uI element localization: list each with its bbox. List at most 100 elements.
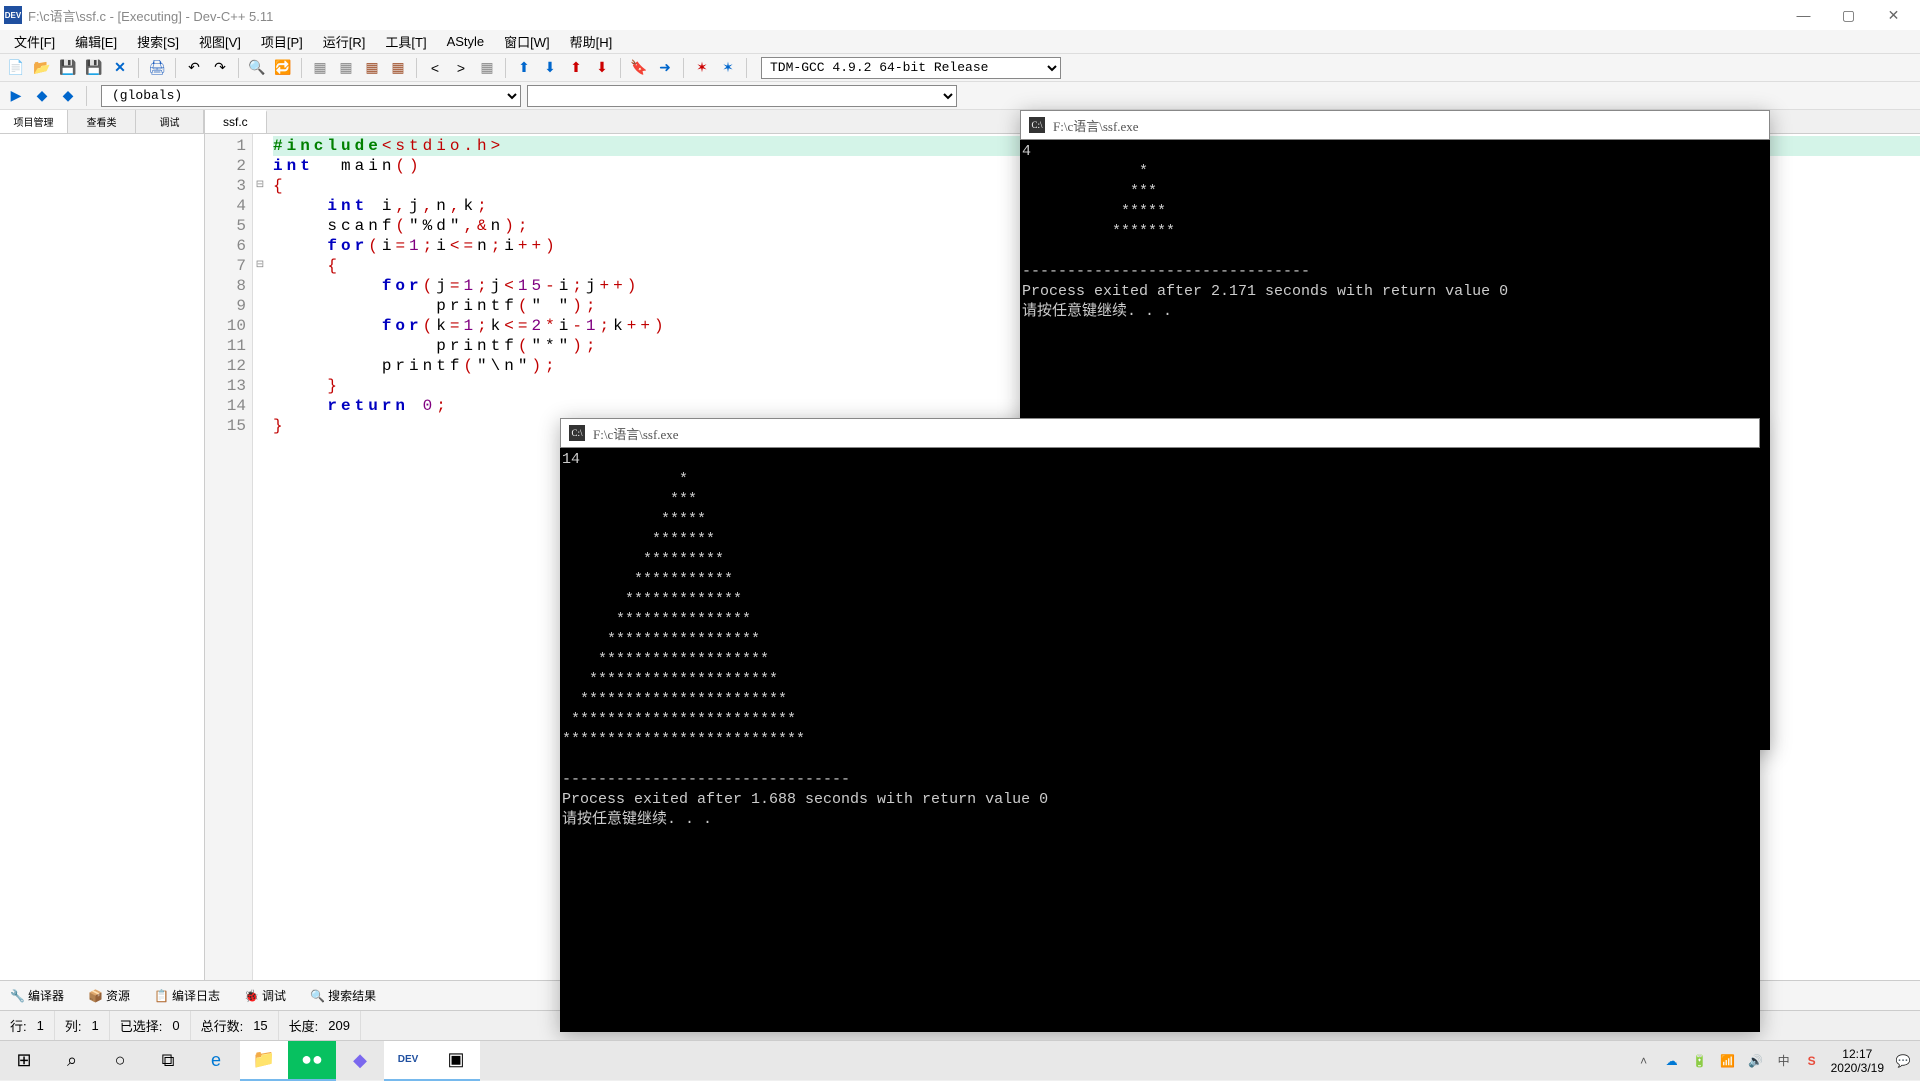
- menu-item[interactable]: 窗口[W]: [494, 29, 560, 54]
- bottom-tab[interactable]: 🔍搜索结果: [304, 985, 382, 1006]
- search-button[interactable]: ⌕: [48, 1041, 96, 1081]
- save-button[interactable]: 💾: [56, 56, 80, 80]
- taskview-button[interactable]: ⧉: [144, 1041, 192, 1081]
- taskbar-clock[interactable]: 12:17 2020/3/19: [1831, 1047, 1884, 1075]
- menubar: 文件[F]编辑[E]搜索[S]视图[V]项目[P]运行[R]工具[T]AStyl…: [0, 30, 1920, 54]
- minimize-button[interactable]: —: [1781, 0, 1826, 30]
- status-line-label: 行:: [10, 1016, 27, 1035]
- console-window-2[interactable]: C:\ F:\c语言\ssf.exe 14 * *** ***** ******…: [560, 418, 1760, 1032]
- compile-button[interactable]: ▦: [308, 56, 332, 80]
- status-line: 1: [37, 1018, 44, 1033]
- status-total: 15: [253, 1018, 267, 1033]
- console-body-1: 4 * *** ***** ******* ------------------…: [1020, 140, 1770, 324]
- tray-ime-icon[interactable]: 中: [1775, 1052, 1793, 1070]
- sidebar-tab[interactable]: 项目管理: [0, 110, 68, 133]
- tray-wifi-icon[interactable]: 📶: [1719, 1052, 1737, 1070]
- menu-item[interactable]: 帮助[H]: [560, 29, 623, 54]
- menu-item[interactable]: AStyle: [437, 31, 495, 52]
- trace-button[interactable]: ✶: [690, 56, 714, 80]
- maximize-button[interactable]: ▢: [1826, 0, 1871, 30]
- menu-item[interactable]: 工具[T]: [375, 29, 436, 54]
- app-icon: DEV: [4, 6, 22, 24]
- cortana-button[interactable]: ○: [96, 1041, 144, 1081]
- compiler-select[interactable]: TDM-GCC 4.9.2 64-bit Release: [761, 57, 1061, 79]
- close-button[interactable]: ✕: [1871, 0, 1916, 30]
- file-tab[interactable]: ssf.c: [205, 110, 267, 133]
- sidebar-tab[interactable]: 查看类: [68, 110, 136, 133]
- redo-button[interactable]: ↷: [208, 56, 232, 80]
- replace-button[interactable]: 🔁: [271, 56, 295, 80]
- status-total-label: 总行数:: [201, 1016, 244, 1035]
- window-title: F:\c语言\ssf.c - [Executing] - Dev-C++ 5.1…: [28, 6, 1781, 25]
- stop-button[interactable]: >: [449, 56, 473, 80]
- bottom-tab[interactable]: 🔧编译器: [4, 985, 70, 1006]
- close-file-button[interactable]: ✕: [108, 56, 132, 80]
- wechat-button[interactable]: ●●: [288, 1041, 336, 1081]
- toolbar-main: 📄 📂 💾 💾 ✕ 🖨 ↶ ↷ 🔍 🔁 ▦ ▦ ▦ ▦ < > ▦ ⬆ ⬇ ⬆ …: [0, 54, 1920, 82]
- bottom-tab[interactable]: 📦资源: [82, 985, 136, 1006]
- sidebar-tab[interactable]: 调试: [136, 110, 204, 133]
- tray-chevron-icon[interactable]: ˄: [1635, 1052, 1653, 1070]
- status-sel-label: 已选择:: [120, 1016, 163, 1035]
- tray-sogou-icon[interactable]: S: [1803, 1052, 1821, 1070]
- new-proj-button[interactable]: ▶: [4, 84, 28, 108]
- app-button-1[interactable]: ◆: [336, 1041, 384, 1081]
- run-button[interactable]: ▦: [334, 56, 358, 80]
- find-button[interactable]: 🔍: [245, 56, 269, 80]
- compile-run-button[interactable]: ▦: [360, 56, 384, 80]
- nav-down-button[interactable]: ⬇: [590, 56, 614, 80]
- debug-button[interactable]: <: [423, 56, 447, 80]
- nav-fwd-button[interactable]: ⬇: [538, 56, 562, 80]
- console-button[interactable]: ▣: [432, 1041, 480, 1081]
- globals-select[interactable]: (globals): [101, 85, 521, 107]
- status-sel: 0: [172, 1018, 179, 1033]
- tray-volume-icon[interactable]: 🔊: [1747, 1052, 1765, 1070]
- tray-battery-icon[interactable]: 🔋: [1691, 1052, 1709, 1070]
- function-select[interactable]: [527, 85, 957, 107]
- goto-button[interactable]: ➜: [653, 56, 677, 80]
- menu-item[interactable]: 项目[P]: [251, 29, 313, 54]
- print-button[interactable]: 🖨: [145, 56, 169, 80]
- profile-button[interactable]: ▦: [475, 56, 499, 80]
- status-col: 1: [91, 1018, 98, 1033]
- save-all-button[interactable]: 💾: [82, 56, 106, 80]
- undo-button[interactable]: ↶: [182, 56, 206, 80]
- rebuild-button[interactable]: ▦: [386, 56, 410, 80]
- notifications-button[interactable]: 💬: [1894, 1052, 1912, 1070]
- devcpp-button[interactable]: DEV: [384, 1041, 432, 1081]
- open-button[interactable]: 📂: [30, 56, 54, 80]
- tray-onedrive-icon[interactable]: ☁: [1663, 1052, 1681, 1070]
- menu-item[interactable]: 编辑[E]: [65, 29, 127, 54]
- titlebar: DEV F:\c语言\ssf.c - [Executing] - Dev-C++…: [0, 0, 1920, 30]
- console-body-2: 14 * *** ***** ******* ********* *******…: [560, 448, 1760, 832]
- status-col-label: 列:: [65, 1016, 82, 1035]
- nav-back-button[interactable]: ⬆: [512, 56, 536, 80]
- open-proj-button[interactable]: ◆: [30, 84, 54, 108]
- console-icon: C:\: [569, 425, 585, 441]
- bottom-tab[interactable]: 📋编译日志: [148, 985, 226, 1006]
- clock-time: 12:17: [1831, 1047, 1884, 1061]
- console-icon: C:\: [1029, 117, 1045, 133]
- status-len: 209: [328, 1018, 350, 1033]
- add-file-button[interactable]: ◆: [56, 84, 80, 108]
- bottom-tab[interactable]: 🐞调试: [238, 985, 292, 1006]
- console-title-text-2: F:\c语言\ssf.exe: [593, 424, 679, 443]
- console-title-2[interactable]: C:\ F:\c语言\ssf.exe: [560, 418, 1760, 448]
- console-title-1[interactable]: C:\ F:\c语言\ssf.exe: [1020, 110, 1770, 140]
- toolbar-secondary: ▶ ◆ ◆ (globals): [0, 82, 1920, 110]
- new-file-button[interactable]: 📄: [4, 56, 28, 80]
- start-button[interactable]: ⊞: [0, 1041, 48, 1081]
- menu-item[interactable]: 搜索[S]: [127, 29, 189, 54]
- sidebar: 项目管理查看类调试: [0, 110, 205, 980]
- clock-date: 2020/3/19: [1831, 1061, 1884, 1075]
- console-title-text-1: F:\c语言\ssf.exe: [1053, 116, 1139, 135]
- menu-item[interactable]: 文件[F]: [4, 29, 65, 54]
- menu-item[interactable]: 运行[R]: [313, 29, 376, 54]
- explorer-button[interactable]: 📁: [240, 1041, 288, 1081]
- bookmark-button[interactable]: 🔖: [627, 56, 651, 80]
- edge-button[interactable]: e: [192, 1041, 240, 1081]
- nav-up-button[interactable]: ⬆: [564, 56, 588, 80]
- taskbar: ⊞ ⌕ ○ ⧉ e 📁 ●● ◆ DEV ▣ ˄ ☁ 🔋 📶 🔊 中 S 12:…: [0, 1040, 1920, 1080]
- watch-button[interactable]: ✶: [716, 56, 740, 80]
- menu-item[interactable]: 视图[V]: [189, 29, 251, 54]
